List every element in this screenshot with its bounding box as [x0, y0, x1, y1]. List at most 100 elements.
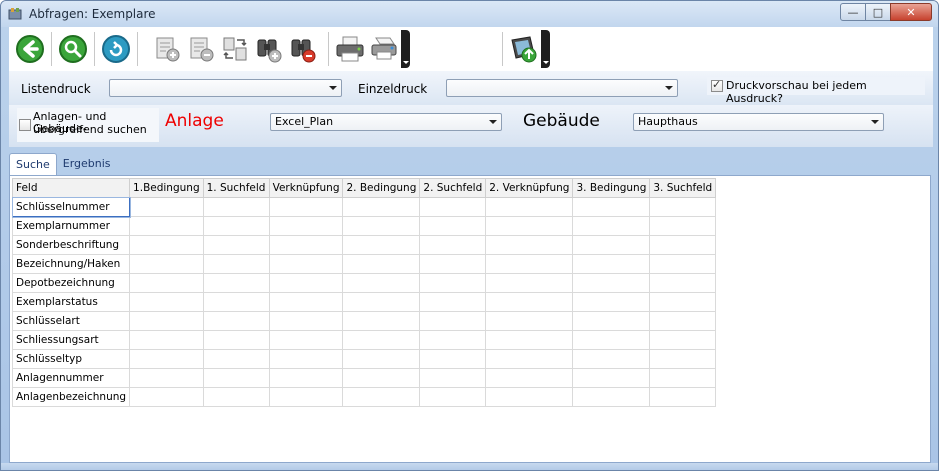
- field-name-cell[interactable]: Anlagennummer: [11, 368, 131, 388]
- field-name-cell[interactable]: Depotbezeichnung: [11, 273, 131, 293]
- condition-cell[interactable]: [342, 273, 421, 293]
- condition-cell[interactable]: [485, 216, 574, 236]
- condition-cell[interactable]: [268, 235, 344, 255]
- condition-cell[interactable]: [572, 368, 651, 388]
- condition-cell[interactable]: [129, 216, 204, 236]
- condition-cell[interactable]: [342, 216, 421, 236]
- condition-cell[interactable]: [572, 349, 651, 369]
- field-name-cell[interactable]: Schlüsselart: [11, 311, 131, 331]
- condition-cell[interactable]: [572, 292, 651, 312]
- binoculars-remove-button[interactable]: [286, 32, 320, 66]
- condition-cell[interactable]: [419, 292, 487, 312]
- condition-cell[interactable]: [572, 235, 651, 255]
- column-header-verknuepfung-2[interactable]: 2. Verknüpfung: [485, 178, 574, 198]
- listendruck-select[interactable]: [109, 79, 342, 97]
- condition-cell[interactable]: [202, 387, 270, 407]
- condition-cell[interactable]: [572, 330, 651, 350]
- tab-suche[interactable]: Suche: [9, 153, 57, 175]
- condition-cell[interactable]: [485, 235, 574, 255]
- condition-cell[interactable]: [129, 254, 204, 274]
- column-header-bedingung-3[interactable]: 3. Bedingung: [572, 178, 651, 198]
- condition-cell[interactable]: [649, 368, 717, 388]
- column-header-suchfeld-2[interactable]: 2. Suchfeld: [419, 178, 487, 198]
- condition-cell[interactable]: [202, 292, 270, 312]
- condition-cell[interactable]: [419, 387, 487, 407]
- condition-cell[interactable]: [268, 349, 344, 369]
- condition-cell[interactable]: [129, 235, 204, 255]
- condition-cell[interactable]: [202, 330, 270, 350]
- condition-cell[interactable]: [129, 292, 204, 312]
- condition-cell[interactable]: [342, 254, 421, 274]
- condition-cell[interactable]: [268, 273, 344, 293]
- export-button[interactable]: [507, 32, 541, 66]
- condition-cell[interactable]: [485, 311, 574, 331]
- field-name-cell[interactable]: Anlagenbezeichnung: [11, 387, 131, 407]
- anlage-select[interactable]: Excel_Plan: [270, 113, 502, 131]
- condition-cell[interactable]: [485, 349, 574, 369]
- condition-cell[interactable]: [342, 311, 421, 331]
- condition-cell[interactable]: [202, 311, 270, 331]
- condition-cell[interactable]: [342, 368, 421, 388]
- condition-cell[interactable]: [268, 311, 344, 331]
- condition-cell[interactable]: [485, 387, 574, 407]
- condition-cell[interactable]: [342, 197, 421, 217]
- table-row[interactable]: Exemplarnummer: [11, 216, 717, 236]
- field-name-cell[interactable]: Exemplarnummer: [11, 216, 131, 236]
- field-name-cell[interactable]: Schlüsseltyp: [11, 349, 131, 369]
- condition-cell[interactable]: [572, 387, 651, 407]
- condition-cell[interactable]: [419, 235, 487, 255]
- condition-cell[interactable]: [649, 235, 717, 255]
- maximize-button[interactable]: □: [865, 3, 891, 21]
- table-row[interactable]: Bezeichnung/Haken: [11, 254, 717, 274]
- condition-cell[interactable]: [342, 349, 421, 369]
- condition-cell[interactable]: [649, 216, 717, 236]
- condition-cell[interactable]: [649, 254, 717, 274]
- column-header-verknuepfung[interactable]: Verknüpfung: [268, 178, 344, 198]
- table-row[interactable]: Anlagenbezeichnung: [11, 387, 717, 407]
- condition-cell[interactable]: [419, 330, 487, 350]
- condition-cell[interactable]: [129, 273, 204, 293]
- condition-cell[interactable]: [268, 216, 344, 236]
- export-dropdown-toggle[interactable]: [541, 30, 550, 68]
- condition-cell[interactable]: [649, 197, 717, 217]
- condition-cell[interactable]: [342, 387, 421, 407]
- condition-cell[interactable]: [419, 273, 487, 293]
- remove-document-button[interactable]: [184, 32, 218, 66]
- condition-cell[interactable]: [129, 349, 204, 369]
- binoculars-add-button[interactable]: [252, 32, 286, 66]
- condition-cell[interactable]: [649, 311, 717, 331]
- table-row[interactable]: Anlagennummer: [11, 368, 717, 388]
- condition-cell[interactable]: [419, 216, 487, 236]
- field-name-cell[interactable]: Sonderbeschriftung: [11, 235, 131, 255]
- minimize-button[interactable]: —: [840, 3, 866, 21]
- add-document-button[interactable]: [150, 32, 184, 66]
- table-row[interactable]: Sonderbeschriftung: [11, 235, 717, 255]
- condition-cell[interactable]: [129, 197, 204, 217]
- condition-cell[interactable]: [202, 197, 270, 217]
- table-row[interactable]: Schlüsselnummer: [11, 196, 717, 218]
- table-row[interactable]: Schliessungsart: [11, 330, 717, 350]
- column-header-feld[interactable]: Feld: [11, 178, 131, 198]
- condition-cell[interactable]: [268, 254, 344, 274]
- condition-cell[interactable]: [342, 292, 421, 312]
- condition-cell[interactable]: [649, 387, 717, 407]
- condition-cell[interactable]: [202, 235, 270, 255]
- column-header-suchfeld-3[interactable]: 3. Suchfeld: [649, 178, 717, 198]
- condition-cell[interactable]: [268, 368, 344, 388]
- condition-cell[interactable]: [485, 273, 574, 293]
- back-button[interactable]: [13, 32, 47, 66]
- condition-cell[interactable]: [342, 330, 421, 350]
- condition-cell[interactable]: [485, 197, 574, 217]
- print-dropdown-toggle[interactable]: [401, 30, 410, 68]
- condition-cell[interactable]: [572, 197, 651, 217]
- print-button[interactable]: [333, 32, 367, 66]
- condition-cell[interactable]: [485, 368, 574, 388]
- table-row[interactable]: Schlüsseltyp: [11, 349, 717, 369]
- condition-cell[interactable]: [268, 292, 344, 312]
- condition-cell[interactable]: [268, 330, 344, 350]
- condition-cell[interactable]: [485, 330, 574, 350]
- condition-cell[interactable]: [202, 254, 270, 274]
- condition-cell[interactable]: [649, 330, 717, 350]
- table-row[interactable]: Exemplarstatus: [11, 292, 717, 312]
- condition-cell[interactable]: [129, 311, 204, 331]
